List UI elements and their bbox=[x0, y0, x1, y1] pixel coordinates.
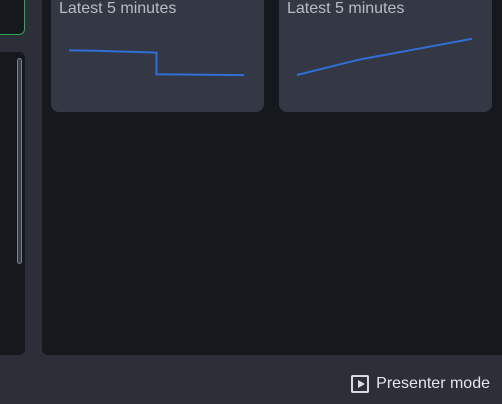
left-top-panel bbox=[0, 0, 25, 35]
play-in-square-icon bbox=[351, 375, 370, 393]
scrollbar[interactable] bbox=[17, 58, 22, 264]
metric-card[interactable]: Latest 5 minutes bbox=[279, 0, 492, 112]
sparkline bbox=[296, 37, 473, 76]
metric-card[interactable]: Latest 5 minutes bbox=[51, 0, 264, 112]
sparkline-chart bbox=[68, 49, 245, 77]
card-title: Latest 5 minutes bbox=[287, 0, 405, 17]
card-title: Latest 5 minutes bbox=[59, 0, 177, 17]
sparkline bbox=[68, 49, 245, 77]
sparkline-chart bbox=[296, 37, 473, 76]
presenter-mode-button[interactable]: Presenter mode bbox=[351, 372, 490, 396]
presenter-mode-label: Presenter mode bbox=[376, 375, 490, 392]
